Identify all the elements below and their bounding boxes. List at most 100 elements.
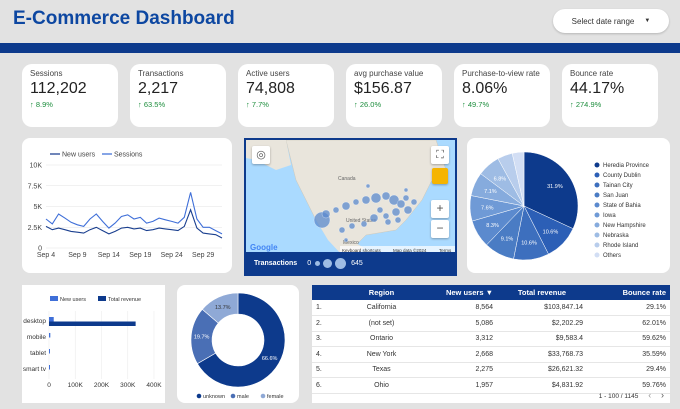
map-bubble[interactable]: [403, 187, 409, 193]
fullscreen-icon[interactable]: ⛶: [431, 146, 449, 164]
x-tick-label: Sep 14: [98, 252, 120, 259]
map-bubble[interactable]: [391, 207, 401, 217]
map-bubble[interactable]: [381, 191, 391, 201]
y-category-label: smart tv: [23, 366, 47, 373]
legend-swatch: [594, 192, 600, 198]
kpi-avg-purchase[interactable]: avg purchase value $156.87 ↑ 26.0%: [346, 64, 442, 127]
arrow-up-icon: ↑: [30, 100, 34, 109]
kpi-value: 8.06%: [462, 80, 508, 97]
row-region: California: [334, 300, 429, 316]
map-bubble[interactable]: [369, 213, 379, 223]
prev-page-button[interactable]: ‹: [648, 390, 651, 400]
table-pager: 1 - 100 / 1145 ‹ ›: [599, 390, 664, 400]
legend-label: Rhode Island: [603, 243, 638, 249]
kpi-delta: ↑ 26.0%: [354, 100, 382, 109]
transactions-map[interactable]: Canada United States Mexico Google Keybo…: [244, 138, 457, 276]
map-bubble[interactable]: [343, 237, 349, 243]
bar-revenue[interactable]: [49, 321, 136, 327]
table-row[interactable]: 2. (not set) 5,086 $2,202.29 62.01%: [312, 315, 670, 332]
legend-swatch: [230, 393, 236, 399]
series-line-sessions: [45, 192, 223, 235]
map-bubble[interactable]: [321, 209, 331, 219]
map-bubble[interactable]: [370, 192, 382, 204]
kpi-bounce-rate[interactable]: Bounce rate 44.17% ↑ 274.9%: [562, 64, 658, 127]
map-bubble[interactable]: [396, 199, 406, 209]
next-page-button[interactable]: ›: [661, 390, 664, 400]
map-bubble[interactable]: [403, 205, 413, 215]
pegman-icon[interactable]: [432, 168, 448, 184]
header-bounce-rate[interactable]: Bounce rate: [587, 285, 670, 300]
bar-new-users[interactable]: [49, 349, 50, 354]
table-row[interactable]: 4. New York 2,668 $33,768.73 35.59%: [312, 346, 670, 363]
map-bubble[interactable]: [360, 220, 368, 228]
x-tick-label: Sep 29: [192, 252, 214, 259]
row-bounce: 59.62%: [587, 331, 670, 347]
row-index: 6.: [312, 377, 334, 394]
legend-swatch: [594, 182, 600, 188]
map-bubble[interactable]: [361, 195, 371, 205]
arrow-up-icon: ↑: [354, 100, 358, 109]
y-tick-label: 5K: [33, 204, 42, 211]
donut-slice-label: 13.7%: [215, 305, 231, 311]
map-bubble[interactable]: [410, 198, 418, 206]
zoom-in-button[interactable]: +: [431, 200, 449, 218]
arrow-up-icon: ↑: [138, 100, 142, 109]
map-bubble[interactable]: [382, 212, 390, 220]
pie-slice-label: 31.9%: [547, 184, 563, 190]
x-tick-label: Sep 9: [68, 252, 86, 259]
bar-new-users[interactable]: [49, 317, 54, 322]
table-row[interactable]: 1. California 8,564 $103,847.14 29.1%: [312, 300, 670, 316]
legend-min: 0: [307, 259, 312, 267]
map-bubble[interactable]: [341, 201, 351, 211]
map-bubble[interactable]: [352, 198, 360, 206]
kpi-purchase-view-rate[interactable]: Purchase-to-view rate 8.06% ↑ 49.7%: [454, 64, 550, 127]
date-range-picker[interactable]: Select date range ▼: [553, 9, 669, 33]
kpi-label: avg purchase value: [354, 69, 424, 78]
header-new-users[interactable]: New users ▼: [429, 285, 497, 300]
header-region[interactable]: Region: [334, 285, 429, 300]
map-bubble[interactable]: [332, 206, 340, 214]
kpi-active-users[interactable]: Active users 74,808 ↑ 7.7%: [238, 64, 334, 127]
table-row[interactable]: 3. Ontario 3,312 $9,583.4 59.62%: [312, 331, 670, 347]
legend-label-revenue: Total revenue: [108, 297, 141, 303]
map-bubble[interactable]: [394, 216, 402, 224]
kpi-label: Bounce rate: [570, 69, 614, 78]
pie-slice-label: 10.6%: [543, 229, 559, 235]
row-region: (not set): [334, 315, 429, 332]
x-tick-label: 300K: [120, 382, 136, 389]
y-tick-label: 7.5K: [28, 183, 43, 190]
row-new-users: 5,086: [429, 315, 497, 332]
bar-new-users[interactable]: [49, 333, 51, 338]
map-bubble[interactable]: [338, 226, 346, 234]
kpi-delta: ↑ 49.7%: [462, 100, 490, 109]
map-bubble[interactable]: [402, 194, 410, 202]
legend-swatch: [594, 212, 600, 218]
table-row[interactable]: 5. Texas 2,275 $26,621.32 29.4%: [312, 362, 670, 378]
legend-label: female: [267, 394, 284, 400]
bar-new-users[interactable]: [49, 365, 50, 370]
map-bubble[interactable]: [384, 218, 392, 226]
kpi-label: Active users: [246, 69, 290, 78]
map-bubble[interactable]: [348, 222, 356, 230]
legend-swatch: [196, 393, 202, 399]
map-bubble[interactable]: [365, 183, 371, 189]
zoom-out-button[interactable]: −: [431, 220, 449, 238]
kpi-transactions[interactable]: Transactions 2,217 ↑ 63.5%: [130, 64, 226, 127]
legend-label: Iowa: [603, 213, 616, 219]
kpi-sessions[interactable]: Sessions 112,202 ↑ 8.9%: [22, 64, 118, 127]
kpi-delta: ↑ 63.5%: [138, 100, 166, 109]
x-tick-label: Sep 4: [37, 252, 55, 259]
legend-label: unknown: [203, 394, 225, 400]
date-range-label: Select date range: [571, 16, 635, 26]
legend-swatch: [594, 172, 600, 178]
donut-slice-label: 19.7%: [194, 335, 210, 341]
row-revenue: $103,847.14: [497, 300, 587, 316]
kpi-value: 2,217: [138, 80, 179, 97]
y-tick-label: 2.5K: [28, 225, 43, 232]
map-canvas[interactable]: Canada United States Mexico Google Keybo…: [246, 140, 455, 254]
header-index: [312, 285, 334, 300]
locate-icon[interactable]: ◎: [252, 146, 270, 164]
map-bubble[interactable]: [376, 206, 384, 214]
x-tick-label: Sep 19: [129, 252, 151, 259]
header-total-revenue[interactable]: Total revenue: [497, 285, 587, 300]
